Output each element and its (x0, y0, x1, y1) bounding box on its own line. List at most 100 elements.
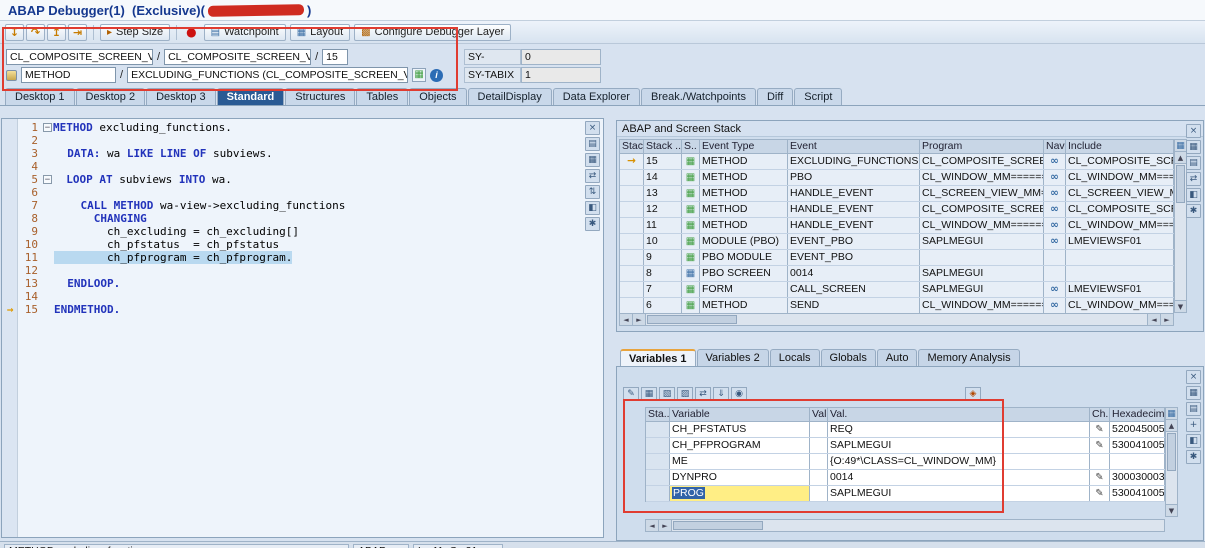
change-value-icon[interactable]: ✎ (1090, 422, 1110, 437)
set-breakpoint-icon[interactable]: ◉ (731, 387, 747, 401)
navigate-icon[interactable]: ∞ (1044, 202, 1066, 217)
variables-col-header[interactable]: Hexadecimal V.. (1110, 408, 1165, 422)
navigate-icon[interactable]: ∞ (1044, 154, 1066, 169)
vscroll-track[interactable] (1166, 472, 1177, 504)
stack-row[interactable]: 7 ▦ FORM CALL_SCREEN SAPLMEGUI ∞ LMEVIEWSF01 (620, 282, 1174, 298)
navigate-icon[interactable]: ∞ (1044, 186, 1066, 201)
step-over-button[interactable]: ↷ (26, 23, 45, 41)
stack-col-header[interactable]: Program (920, 140, 1044, 154)
code-line[interactable]: 14 (2, 290, 583, 303)
tab-detaildisplay[interactable]: DetailDisplay (467, 88, 552, 105)
code-line[interactable]: 10 ch_pfstatus = ch_pfstatus (2, 238, 583, 251)
download-icon[interactable]: ⇓ (713, 387, 729, 401)
scroll-left-icon[interactable]: ◄ (646, 520, 659, 531)
tab-data-explorer[interactable]: Data Explorer (552, 88, 640, 105)
variables-col-header[interactable]: Variable (670, 408, 810, 422)
close-icon[interactable]: × (1186, 124, 1201, 138)
var-name-cell[interactable]: CH_PFPROGRAM (670, 438, 810, 453)
display-list-icon[interactable]: ▦ (412, 68, 427, 82)
vscroll-track[interactable] (1175, 204, 1186, 300)
code-line[interactable]: → 15 ENDMETHOD. (2, 303, 583, 316)
sort-icon[interactable]: ⇅ (585, 185, 600, 199)
tab-break-watchpoints[interactable]: Break./Watchpoints (640, 88, 756, 105)
change-value-icon[interactable]: ✎ (1090, 486, 1110, 501)
var-name-cell[interactable]: PROG (670, 486, 810, 501)
variable-row[interactable]: PROG SAPLMEGUI ✎ 5300410050 (646, 486, 1165, 502)
swap-icon[interactable]: ⇄ (1186, 172, 1201, 186)
var-name-cell[interactable]: CH_PFSTATUS (670, 422, 810, 437)
scroll-down-icon[interactable]: ▼ (1166, 504, 1177, 516)
event-type-field[interactable]: METHOD (21, 67, 116, 83)
variables-vscrollbar[interactable]: ▦ ▲ ▼ (1165, 407, 1178, 517)
stack-row[interactable]: → 15 ▦ METHOD EXCLUDING_FUNCTIONS CL_COMPOSIT… (620, 154, 1174, 170)
code-line[interactable]: 13 ENDLOOP. (2, 277, 583, 290)
variables-col-header[interactable]: Sta.. (646, 408, 670, 422)
table-settings-icon[interactable]: ▦ (1175, 140, 1186, 152)
code-line[interactable]: 5− LOOP AT subviews INTO wa. (2, 173, 583, 186)
code-line[interactable]: 8 CHANGING (2, 212, 583, 225)
tab-structures[interactable]: Structures (285, 88, 356, 105)
page-icon[interactable]: ▤ (585, 137, 600, 151)
variable-row[interactable]: CH_PFPROGRAM SAPLMEGUI ✎ 5300410050 (646, 438, 1165, 454)
stack-col-header[interactable]: Include (1066, 140, 1174, 154)
stack-row[interactable]: 8 ▦ PBO SCREEN 0014 SAPLMEGUI (620, 266, 1174, 282)
stack-col-header[interactable]: Navi.. (1044, 140, 1066, 154)
navigate-icon[interactable]: ∞ (1044, 218, 1066, 233)
tab-variables-2[interactable]: Variables 2 (696, 349, 769, 366)
lock-icon[interactable]: ◧ (1186, 188, 1201, 202)
stack-row[interactable]: 10 ▦ MODULE (PBO) EVENT_PBO SAPLMEGUI ∞ LMEVIE… (620, 234, 1174, 250)
var-name-cell[interactable]: DYNPRO (670, 470, 810, 485)
navigate-icon[interactable]: ∞ (1044, 282, 1066, 297)
variable-row[interactable]: ME {O:49*\CLASS=CL_WINDOW_MM} (646, 454, 1165, 470)
step-return-button[interactable]: ↥ (47, 23, 66, 41)
variables-col-header[interactable]: Val. (828, 408, 1090, 422)
stack-col-header[interactable]: Stac.. (620, 140, 644, 154)
vscroll-thumb[interactable] (1176, 165, 1185, 203)
hscroll-track[interactable] (764, 520, 1164, 531)
code-line[interactable]: 11 ch_pfprogram = ch_pfprogram. (2, 251, 583, 264)
settings-icon[interactable]: ✱ (585, 217, 600, 231)
variables-col-header[interactable]: Ch.. (1090, 408, 1110, 422)
stack-hscrollbar[interactable]: ◄ ► ◄ ► (619, 313, 1174, 326)
stack-row[interactable]: 13▦METHODHANDLE_EVENTCL_SCREEN_VIEW_MM==… (620, 186, 1174, 202)
tab-variables-1[interactable]: Variables 1 (620, 349, 696, 366)
swap-icon[interactable]: ⇄ (585, 169, 600, 183)
scroll-up-icon[interactable]: ▲ (1175, 152, 1186, 164)
change-value-icon[interactable]: ✎ (1090, 470, 1110, 485)
var-value-cell[interactable]: SAPLMEGUI (828, 438, 1090, 453)
scroll-right-icon[interactable]: ► (633, 314, 646, 325)
stack-row[interactable]: 11 ▦ METHOD HANDLE_EVENT CL_WINDOW_MM======_… (620, 218, 1174, 234)
tab-memory-analysis[interactable]: Memory Analysis (918, 349, 1020, 366)
code-line[interactable]: 6 (2, 186, 583, 199)
var-value-cell[interactable]: REQ (828, 422, 1090, 437)
source-program-field[interactable]: CL_COMPOSITE_SCREEN_VIEW_MM==_ (164, 49, 312, 65)
code-line[interactable]: 2 (2, 134, 583, 147)
variable-row[interactable]: CH_PFSTATUS REQ ✎ 5200450051 (646, 422, 1165, 438)
grid-icon[interactable]: ▦ (1186, 386, 1201, 400)
grid-icon[interactable]: ▦ (1186, 140, 1201, 154)
stack-row[interactable]: 14 ▦ METHOD PBO CL_WINDOW_MM======_ ∞ CL_WINDO… (620, 170, 1174, 186)
stack-col-header[interactable]: Event (788, 140, 920, 154)
variable-row[interactable]: DYNPRO 0014 ✎ 3000300031 (646, 470, 1165, 486)
hscroll-thumb[interactable] (673, 521, 763, 530)
stack-row[interactable]: 12▦METHODHANDLE_EVENTCL_COMPOSITE_SCREEN… (620, 202, 1174, 218)
event-name-field[interactable]: EXCLUDING_FUNCTIONS (CL_COMPOSITE_SCREEN… (127, 67, 409, 83)
var-value-cell[interactable]: 0014 (828, 470, 1090, 485)
scroll-right-icon[interactable]: ► (659, 520, 672, 531)
code-line[interactable]: 9 ch_excluding = ch_excluding[] (2, 225, 583, 238)
close-icon[interactable]: × (585, 121, 600, 135)
var-value-cell[interactable]: SAPLMEGUI (828, 486, 1090, 501)
tab-locals[interactable]: Locals (769, 349, 820, 366)
page-icon[interactable]: ▤ (1186, 402, 1201, 416)
scroll-left-icon[interactable]: ◄ (620, 314, 633, 325)
code-line[interactable]: 12 (2, 264, 583, 277)
tab-desktop-1[interactable]: Desktop 1 (5, 88, 75, 105)
scroll-up-icon[interactable]: ▲ (1166, 420, 1177, 432)
lock-icon[interactable]: ◧ (1186, 434, 1201, 448)
page-icon[interactable]: ▤ (1186, 156, 1201, 170)
navigate-icon[interactable]: ∞ (1044, 170, 1066, 185)
code-line[interactable]: 3 DATA: wa LIKE LINE OF subviews. (2, 147, 583, 160)
settings-icon[interactable]: ✱ (1186, 204, 1201, 218)
tab-desktop-3[interactable]: Desktop 3 (146, 88, 216, 105)
table-settings-icon[interactable]: ▦ (1166, 408, 1177, 420)
